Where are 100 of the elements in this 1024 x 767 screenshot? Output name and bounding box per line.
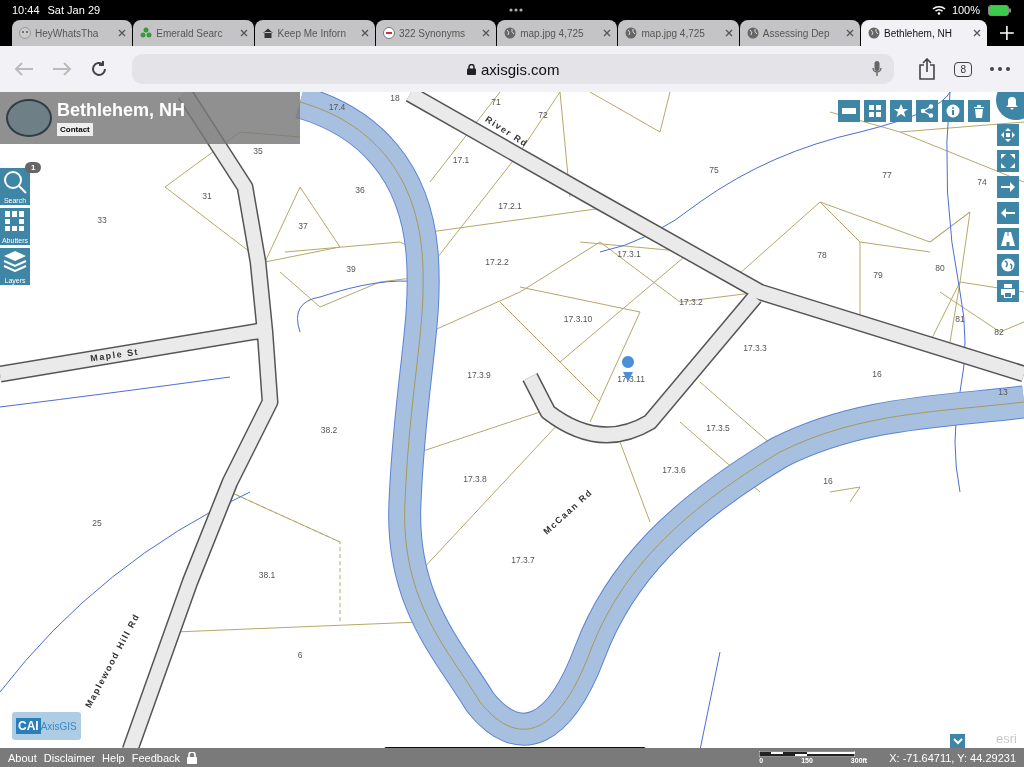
globe-icon xyxy=(746,27,759,39)
close-tab-icon[interactable] xyxy=(973,29,982,37)
close-tab-icon[interactable] xyxy=(482,29,491,37)
globe-icon xyxy=(1001,258,1015,272)
parcel-label: 13 xyxy=(998,387,1008,397)
parcel-label: 17.3.2 xyxy=(679,297,703,307)
logo-name: AxisGIS xyxy=(40,720,77,732)
lock-icon xyxy=(467,63,477,75)
browser-tab[interactable]: 322 Synonyms xyxy=(375,20,497,46)
photo-placeholder xyxy=(6,99,52,137)
move-tool-button[interactable] xyxy=(997,124,1019,146)
parcel-label: 71 xyxy=(491,97,501,107)
right-tool-button[interactable] xyxy=(997,176,1019,198)
expand-tool-button[interactable] xyxy=(997,150,1019,172)
close-tab-icon[interactable] xyxy=(603,29,612,37)
footer-link[interactable]: Disclaimer xyxy=(43,751,96,764)
grid-tool-button[interactable] xyxy=(864,100,886,122)
browser-tab[interactable]: map.jpg 4,725 xyxy=(497,20,618,46)
more-dots-icon xyxy=(509,8,523,12)
more-menu-icon[interactable] xyxy=(990,67,1010,71)
browser-tab[interactable]: Keep Me Inforn xyxy=(254,20,375,46)
parcel-label: 79 xyxy=(873,270,883,280)
trash-tool-button[interactable] xyxy=(968,100,990,122)
contact-button[interactable]: Contact xyxy=(57,123,93,136)
parcel-label: 25 xyxy=(92,518,102,528)
house-icon xyxy=(261,27,274,39)
parcel-label: 82 xyxy=(994,327,1004,337)
parcel-label: 17.3.3 xyxy=(743,343,767,353)
parcel-label: 17.3.7 xyxy=(511,555,535,565)
close-tab-icon[interactable] xyxy=(846,29,855,37)
close-tab-icon[interactable] xyxy=(118,29,127,37)
print-tool-button[interactable] xyxy=(997,280,1019,302)
star-icon xyxy=(894,104,908,118)
browser-tab[interactable]: Bethlehem, NH xyxy=(861,20,988,46)
close-tab-icon[interactable] xyxy=(239,29,248,37)
wifi-icon xyxy=(931,5,946,15)
share-tool-button[interactable] xyxy=(916,100,938,122)
share-icon[interactable] xyxy=(918,58,937,80)
info-tool-button[interactable] xyxy=(942,100,964,122)
seal-icon xyxy=(382,27,395,39)
ruler-tool-button[interactable] xyxy=(838,100,860,122)
browser-tab[interactable]: HeyWhatsTha xyxy=(12,20,133,46)
collapse-button[interactable] xyxy=(950,734,965,748)
parcel-label: 33 xyxy=(97,215,107,225)
print-icon xyxy=(1001,284,1015,298)
parcel-label: 17.3.5 xyxy=(706,423,730,433)
browser-tab[interactable]: map.jpg 4,725 xyxy=(618,20,739,46)
tree-icon xyxy=(140,27,153,39)
address-field[interactable]: axisgis.com xyxy=(132,54,895,84)
close-tab-icon[interactable] xyxy=(724,29,733,37)
parcel-label: 17.3.9 xyxy=(467,370,491,380)
parcel-label: 35 xyxy=(253,146,263,156)
bell-icon xyxy=(1005,96,1019,110)
layers-icon xyxy=(3,250,27,272)
globe-icon xyxy=(504,27,517,39)
parcel-label: 17.3.8 xyxy=(463,474,487,484)
pan-icon xyxy=(1001,128,1015,142)
footer-link[interactable]: About xyxy=(8,751,37,764)
parcel-label: 17.4 xyxy=(328,102,346,112)
parcels-icon xyxy=(4,210,26,232)
parcel-label: 39 xyxy=(346,264,356,274)
parcel-label: 38.1 xyxy=(258,570,276,580)
arrow-left-icon xyxy=(1001,206,1015,220)
reload-icon[interactable] xyxy=(90,60,108,78)
browser-tab[interactable]: Assessing Dep xyxy=(739,20,861,46)
trash-icon xyxy=(972,104,986,118)
parcel-label: 18 xyxy=(390,93,400,103)
logo-mark: CAI xyxy=(16,718,41,734)
footer-link[interactable]: Feedback xyxy=(131,751,181,764)
parcel-label: 17.3.11 xyxy=(617,374,645,384)
parcel-label: 74 xyxy=(977,177,987,187)
footer-link[interactable]: Help xyxy=(102,751,125,764)
parcel-label: 17.3.6 xyxy=(662,465,686,475)
parcel-label: 31 xyxy=(202,191,212,201)
microphone-icon[interactable] xyxy=(872,61,883,77)
star-tool-button[interactable] xyxy=(890,100,912,122)
globe-tool-button[interactable] xyxy=(997,254,1019,276)
parcel-label: 37 xyxy=(298,221,308,231)
battery-icon xyxy=(988,4,1012,16)
road-icon xyxy=(1001,232,1015,246)
search-icon xyxy=(3,170,27,194)
lock-icon[interactable] xyxy=(187,751,198,764)
parcel-label: 78 xyxy=(817,250,827,260)
parcel-label: 77 xyxy=(882,170,892,180)
parcel-label: 16 xyxy=(823,476,833,486)
browser-tab[interactable]: Emerald Searc xyxy=(133,20,254,46)
road-tool-button[interactable] xyxy=(997,228,1019,250)
parcel-label: 17.2.1 xyxy=(498,201,522,211)
count-badge: 1 xyxy=(25,162,42,173)
status-date: Sat Jan 29 xyxy=(47,4,101,16)
arrow-right-icon xyxy=(1001,180,1015,194)
new-tab-icon[interactable] xyxy=(1000,26,1015,40)
left-tool-button[interactable] xyxy=(997,202,1019,224)
parcel-label: 36 xyxy=(355,185,365,195)
tab-count-button[interactable]: 8 xyxy=(954,61,972,77)
globe-icon xyxy=(625,27,638,39)
close-tab-icon[interactable] xyxy=(360,29,369,37)
url-text: axisgis.com xyxy=(481,60,560,78)
grid-icon xyxy=(868,104,882,118)
info-icon xyxy=(946,104,960,118)
